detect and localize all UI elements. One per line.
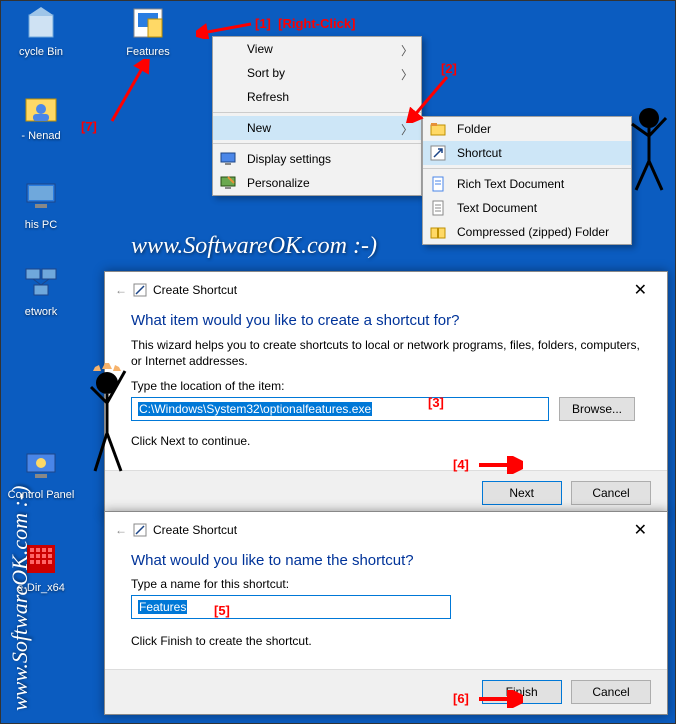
desktop-icon-label: - Nenad bbox=[6, 130, 76, 142]
desktop-icon-this-pc[interactable]: his PC bbox=[6, 176, 76, 231]
dialog-heading: What would you like to name the shortcut… bbox=[131, 552, 641, 569]
back-icon: ← bbox=[115, 523, 127, 537]
location-input[interactable]: C:\Windows\System32\optionalfeatures.exe bbox=[131, 397, 549, 421]
close-button[interactable]: ✕ bbox=[624, 518, 657, 542]
arrow-6-icon bbox=[477, 690, 523, 708]
separator bbox=[213, 143, 421, 144]
annotation-6: [6] bbox=[453, 691, 469, 706]
create-shortcut-dialog-1: ← Create Shortcut ✕ What item would you … bbox=[104, 271, 668, 516]
dialog-titlebar: ← Create Shortcut ✕ bbox=[105, 272, 667, 308]
context-item-label: Personalize bbox=[247, 176, 310, 190]
dialog-heading: What item would you like to create a sho… bbox=[131, 312, 641, 329]
context-item-personalize[interactable]: Personalize bbox=[213, 171, 421, 195]
network-icon bbox=[21, 263, 61, 303]
context-item-refresh[interactable]: Refresh bbox=[213, 85, 421, 109]
context-item-label: New bbox=[247, 121, 271, 135]
txt-icon bbox=[430, 200, 446, 216]
context-item-view[interactable]: View 〉 bbox=[213, 37, 421, 61]
submenu-item-label: Rich Text Document bbox=[457, 177, 564, 191]
dialog-description: This wizard helps you to create shortcut… bbox=[131, 337, 641, 369]
back-icon: ← bbox=[115, 283, 127, 297]
submenu-item-shortcut[interactable]: Shortcut bbox=[423, 141, 631, 165]
browse-button[interactable]: Browse... bbox=[559, 397, 635, 421]
desktop-icon-recycle-bin[interactable]: cycle Bin bbox=[6, 3, 76, 58]
wizard-icon bbox=[133, 523, 147, 537]
context-item-display[interactable]: Display settings bbox=[213, 147, 421, 171]
dialog-window-title: Create Shortcut bbox=[153, 283, 237, 297]
cancel-button[interactable]: Cancel bbox=[571, 680, 651, 704]
arrow-1-icon bbox=[196, 19, 256, 39]
personalize-icon bbox=[220, 175, 236, 191]
zip-icon bbox=[430, 224, 446, 240]
create-shortcut-dialog-2: ← Create Shortcut ✕ What would you like … bbox=[104, 511, 668, 715]
watermark-text: www.SoftwareOK.com :-) bbox=[131, 233, 377, 260]
shortcut-icon bbox=[430, 145, 446, 161]
recycle-bin-icon bbox=[21, 3, 61, 43]
name-input[interactable]: Features bbox=[131, 595, 451, 619]
submenu-item-label: Shortcut bbox=[457, 146, 502, 160]
name-label: Type a name for this shortcut: bbox=[131, 577, 641, 591]
arrow-2-icon bbox=[405, 75, 455, 123]
desktop-icon-label: his PC bbox=[6, 219, 76, 231]
separator bbox=[423, 168, 631, 169]
context-item-sortby[interactable]: Sort by〉 bbox=[213, 61, 421, 85]
folder-icon bbox=[430, 121, 446, 137]
separator bbox=[213, 112, 421, 113]
submenu-item-label: Folder bbox=[457, 122, 491, 136]
context-menu: View 〉 Sort by〉 Refresh New 〉 Display sett… bbox=[212, 36, 422, 196]
close-button[interactable]: ✕ bbox=[624, 278, 657, 302]
location-label: Type the location of the item: bbox=[131, 379, 641, 393]
submenu-item-label: Compressed (zipped) Folder bbox=[457, 225, 609, 239]
control-panel-icon bbox=[21, 446, 61, 486]
annotation-3: [3] bbox=[428, 395, 444, 410]
dialog-titlebar: ← Create Shortcut ✕ bbox=[105, 512, 667, 548]
rtf-icon bbox=[430, 176, 446, 192]
desktop-icon-network[interactable]: etwork bbox=[6, 263, 76, 318]
context-item-label: Display settings bbox=[247, 152, 331, 166]
name-value: Features bbox=[138, 600, 187, 614]
annotation-1: [1] [Right-Click] bbox=[255, 16, 355, 31]
context-item-label: Sort by bbox=[247, 66, 285, 80]
chevron-right-icon: 〉 bbox=[401, 42, 413, 59]
cancel-button[interactable]: Cancel bbox=[571, 481, 651, 505]
dialog-button-row: Finish Cancel bbox=[105, 669, 667, 714]
context-item-label: Refresh bbox=[247, 90, 289, 104]
annotation-2: [2] bbox=[441, 61, 457, 76]
desktop-icon-label: cycle Bin bbox=[6, 46, 76, 58]
arrow-4-icon bbox=[477, 456, 523, 474]
user-folder-icon bbox=[21, 87, 61, 127]
wizard-icon bbox=[133, 283, 147, 297]
stick-figure-icon bbox=[87, 361, 137, 484]
watermark-text-vertical: www.SoftwareOK.com :-) bbox=[7, 486, 33, 712]
annotation-4: [4] bbox=[453, 457, 469, 472]
next-button[interactable]: Next bbox=[482, 481, 562, 505]
dialog-window-title: Create Shortcut bbox=[153, 523, 237, 537]
desktop-icon-label: etwork bbox=[6, 306, 76, 318]
submenu-item-rtf[interactable]: Rich Text Document bbox=[423, 172, 631, 196]
desktop-icon-user[interactable]: - Nenad bbox=[6, 87, 76, 142]
display-icon bbox=[220, 151, 236, 167]
dialog-button-row: Next Cancel bbox=[105, 470, 667, 515]
dialog-hint: Click Finish to create the shortcut. bbox=[131, 633, 641, 649]
annotation-7: [7] bbox=[81, 119, 97, 134]
context-item-label: View bbox=[247, 42, 273, 56]
submenu-item-label: Text Document bbox=[457, 201, 537, 215]
this-pc-icon bbox=[21, 176, 61, 216]
desktop-icon-features[interactable]: Features bbox=[113, 3, 183, 58]
submenu-item-zip[interactable]: Compressed (zipped) Folder bbox=[423, 220, 631, 244]
annotation-5: [5] bbox=[214, 603, 230, 618]
submenu-item-txt[interactable]: Text Document bbox=[423, 196, 631, 220]
new-submenu: Folder Shortcut Rich Text Document Text … bbox=[422, 116, 632, 245]
arrow-7-icon bbox=[106, 59, 156, 129]
context-item-new[interactable]: New 〉 bbox=[213, 116, 421, 140]
stick-figure-icon bbox=[626, 106, 672, 199]
features-icon bbox=[128, 3, 168, 43]
dialog-hint: Click Next to continue. bbox=[131, 433, 641, 449]
location-value: C:\Windows\System32\optionalfeatures.exe bbox=[138, 402, 372, 416]
chevron-right-icon: 〉 bbox=[401, 121, 413, 138]
desktop-icon-label: Features bbox=[113, 46, 183, 58]
